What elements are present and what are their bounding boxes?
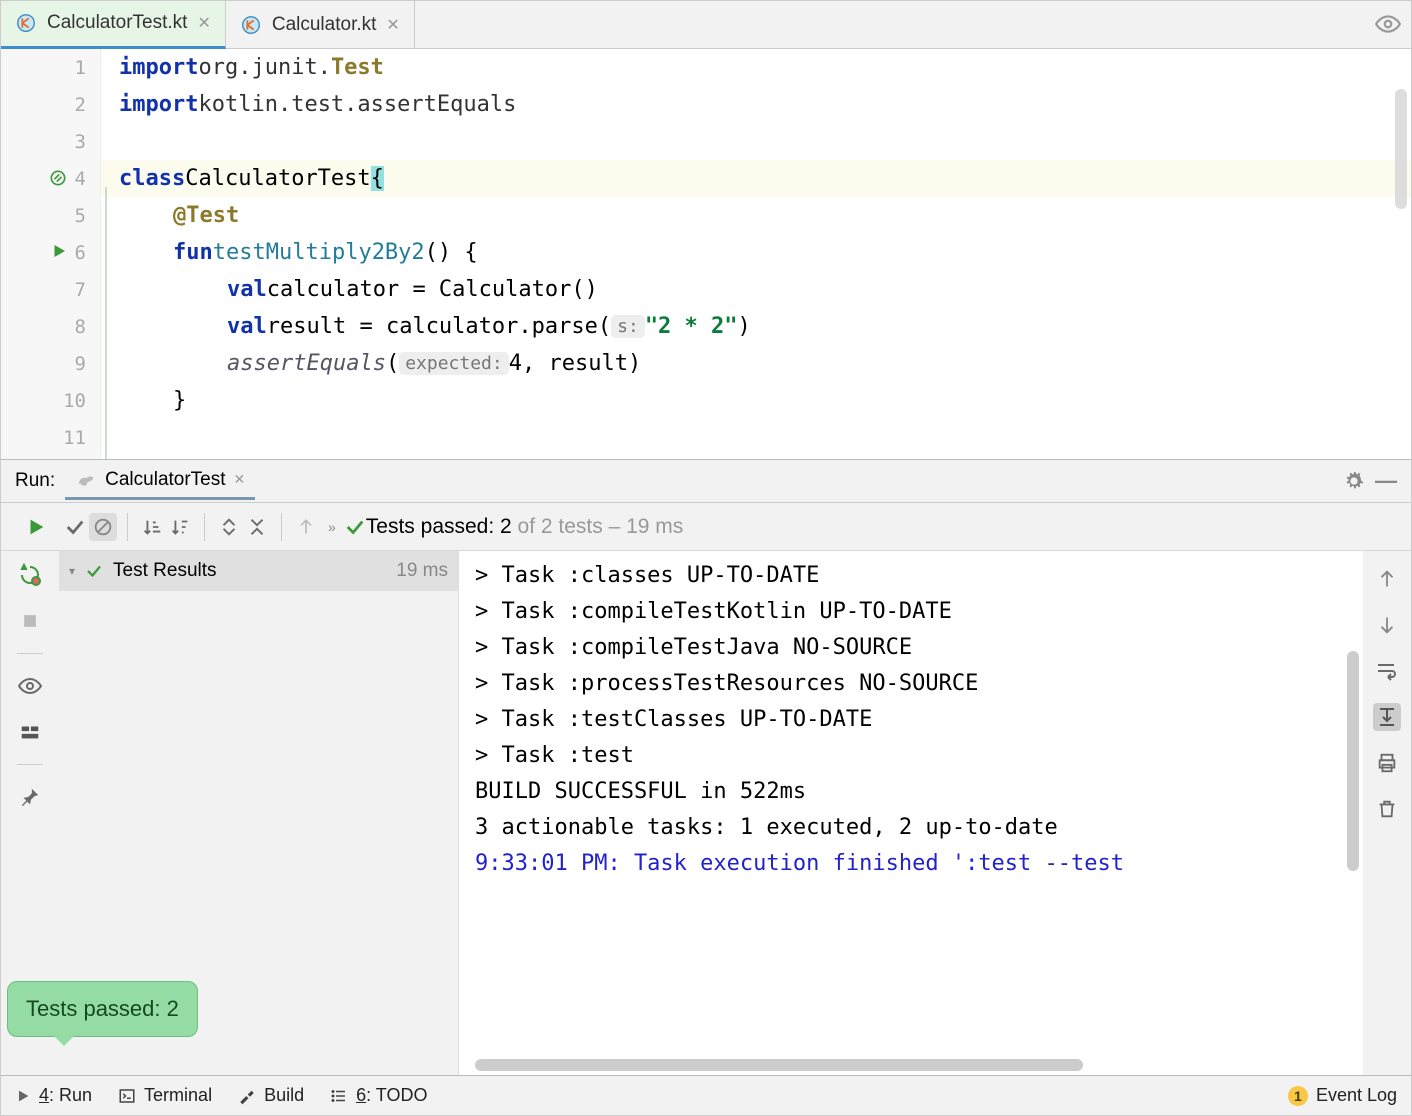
console-line: > Task :test [475,737,1347,773]
test-status-text: Tests passed: 2 of 2 tests – 19 ms [366,515,684,539]
expand-all-icon[interactable] [215,513,243,541]
indent-guide [105,187,107,459]
watch-icon[interactable] [16,672,44,700]
collapse-all-icon[interactable] [243,513,271,541]
prev-failed-icon[interactable] [292,513,320,541]
console-line: > Task :processTestResources NO-SOURCE [475,665,1347,701]
check-icon[interactable] [61,513,89,541]
kotlin-file-icon [15,12,37,34]
console-line: 3 actionable tasks: 1 executed, 2 up-to-… [475,809,1347,845]
gradle-icon [75,469,97,491]
run-label: Run: [15,470,55,492]
bottom-build[interactable]: Build [238,1085,304,1106]
inspections-eye-icon[interactable] [1375,11,1401,37]
console-output[interactable]: > Task :classes UP-TO-DATE > Task :compi… [459,551,1363,1075]
console-line: > Task :compileTestKotlin UP-TO-DATE [475,593,1347,629]
bottom-run[interactable]: 4: Run [15,1085,92,1106]
down-icon[interactable] [1373,611,1401,639]
console-scrollbar-h[interactable] [475,1059,1083,1071]
print-icon[interactable] [1373,749,1401,777]
console-line: > Task :classes UP-TO-DATE [475,557,1347,593]
run-test-icon[interactable] [50,242,68,260]
close-icon[interactable]: ✕ [197,13,210,33]
hammer-icon [238,1087,256,1105]
run-class-icon[interactable] [48,168,68,188]
play-icon [15,1088,31,1104]
code-area[interactable]: import org.junit.Test import kotlin.test… [101,49,1411,459]
editor-scrollbar[interactable] [1395,89,1407,209]
kotlin-file-icon [240,14,262,36]
scroll-to-end-icon[interactable] [1373,703,1401,731]
console-line: > Task :compileTestJava NO-SOURCE [475,629,1347,665]
hide-panel-icon[interactable]: — [1375,468,1397,494]
pin-icon[interactable] [16,783,44,811]
run-tab[interactable]: CalculatorTest ✕ [65,463,255,500]
soft-wrap-icon[interactable] [1373,657,1401,685]
overflow-icon[interactable]: » [320,519,344,535]
warning-badge: 1 [1288,1086,1308,1106]
rerun-failed-icon[interactable] [16,561,44,589]
param-hint: s: [611,315,645,338]
console-scrollbar-v[interactable] [1347,651,1359,871]
test-results-row[interactable]: ▾ Test Results 19 ms [59,551,458,591]
bottom-event-log[interactable]: 1 Event Log [1288,1085,1397,1106]
chevron-down-icon[interactable]: ▾ [69,564,75,578]
run-toolbar: » Tests passed: 2 of 2 tests – 19 ms [1,503,1411,551]
run-panel-header: Run: CalculatorTest ✕ — [1,459,1411,503]
gear-icon[interactable] [1343,470,1365,492]
bottom-toolbar: 4: Run Terminal Build 6: TODO 1 Event Lo… [1,1075,1411,1115]
console-line: > Task :testClasses UP-TO-DATE [475,701,1347,737]
console-line: BUILD SUCCESSFUL in 522ms [475,773,1347,809]
layout-icon[interactable] [16,718,44,746]
trash-icon[interactable] [1373,795,1401,823]
tab-calculator[interactable]: Calculator.kt ✕ [226,1,415,49]
tests-passed-popup: Tests passed: 2 [7,981,198,1037]
editor-gutter: 1 2 3 4 5 6 7 8 9 10 11 [1,49,101,459]
close-icon[interactable]: ✕ [234,471,246,488]
list-icon [330,1087,348,1105]
bottom-terminal[interactable]: Terminal [118,1085,212,1106]
console-line: 9:33:01 PM: Task execution finished ':te… [475,845,1347,881]
check-icon [344,516,366,538]
close-icon[interactable]: ✕ [386,15,399,35]
up-icon[interactable] [1373,565,1401,593]
bottom-todo[interactable]: 6: TODO [330,1085,427,1106]
stop-icon[interactable] [16,607,44,635]
console-right-toolbar [1363,551,1411,1075]
param-hint: expected: [399,352,509,375]
disabled-icon[interactable] [89,513,117,541]
tab-label: Calculator.kt [272,14,377,36]
tab-calculatortest[interactable]: CalculatorTest.kt ✕ [1,1,226,49]
sort-icon[interactable] [138,513,166,541]
tab-label: CalculatorTest.kt [47,12,187,34]
terminal-icon [118,1087,136,1105]
check-icon [85,562,103,580]
code-editor[interactable]: 1 2 3 4 5 6 7 8 9 10 11 import org.junit… [1,49,1411,459]
editor-tabbar: CalculatorTest.kt ✕ Calculator.kt ✕ [1,1,1411,49]
rerun-icon[interactable] [22,513,50,541]
sort-time-icon[interactable] [166,513,194,541]
